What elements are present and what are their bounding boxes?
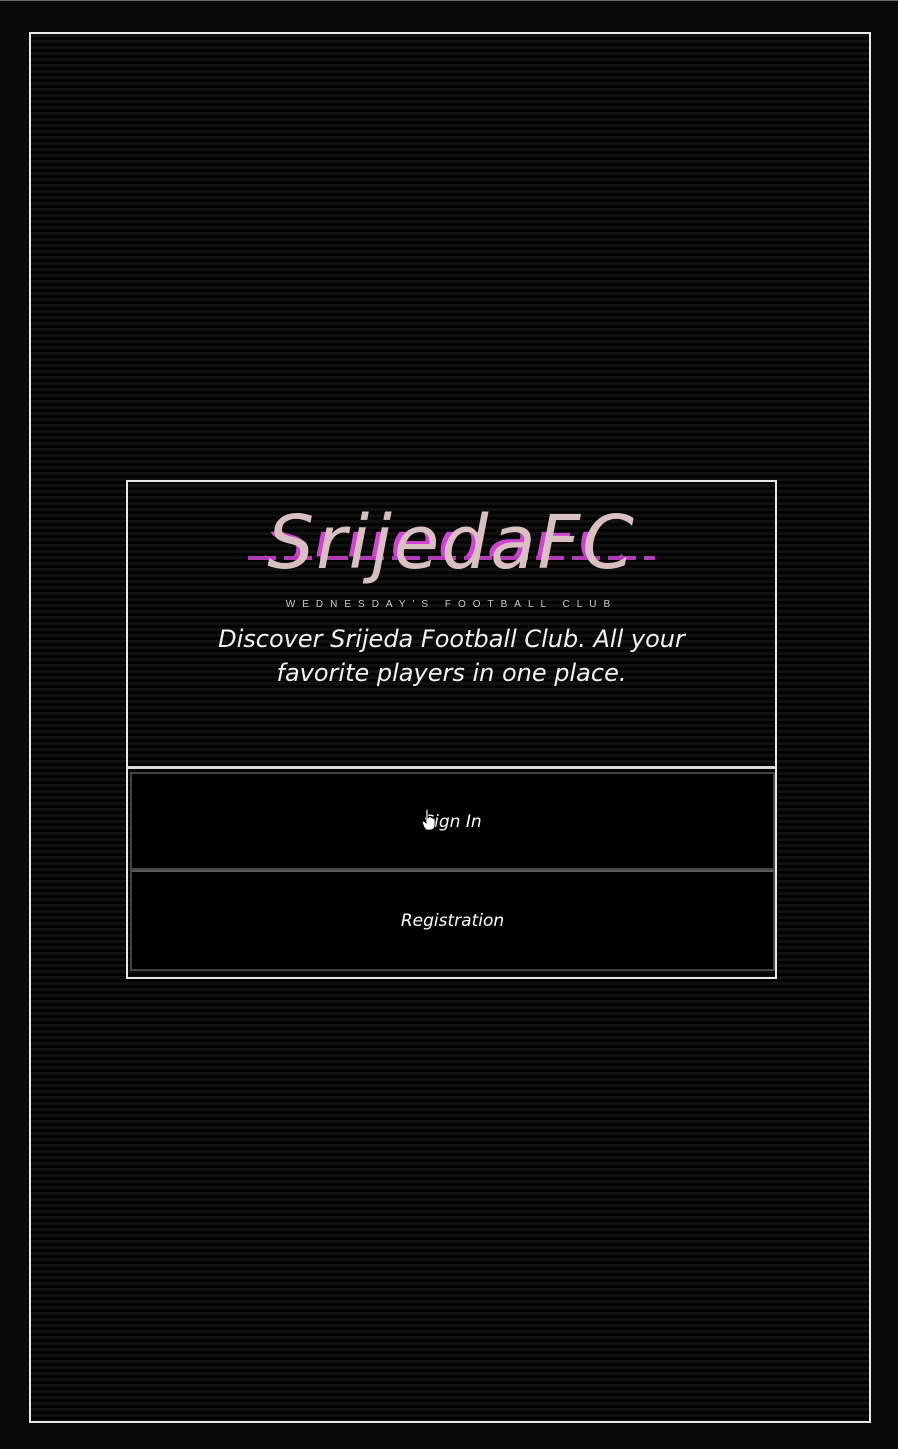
app-viewport: SrijedaFC SrijedaFC Wednesday's Football…: [0, 0, 898, 1449]
registration-label: Registration: [400, 910, 505, 931]
hero-section: SrijedaFC SrijedaFC Wednesday's Football…: [128, 482, 775, 769]
registration-button[interactable]: Registration: [130, 870, 775, 971]
logo-text: SrijedaFC: [267, 500, 636, 586]
brand-tagline: Wednesday's Football Club: [285, 599, 618, 610]
brand-logo: SrijedaFC SrijedaFC: [128, 502, 775, 584]
hero-headline: Discover Srijeda Football Club. All your…: [218, 625, 685, 687]
sign-in-button[interactable]: Sign In: [130, 772, 775, 870]
page-frame: SrijedaFC SrijedaFC Wednesday's Football…: [29, 32, 871, 1423]
hand-pointer-icon: [422, 809, 436, 831]
welcome-card: SrijedaFC SrijedaFC Wednesday's Football…: [126, 480, 777, 979]
